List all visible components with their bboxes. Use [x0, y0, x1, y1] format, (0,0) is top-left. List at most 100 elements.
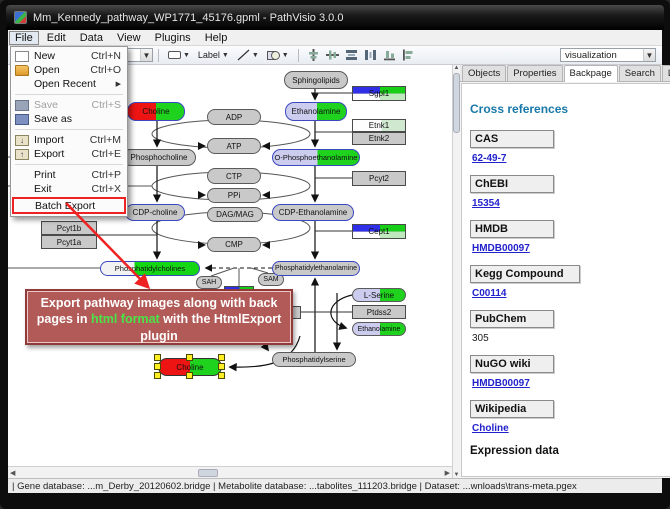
scroll-up-icon[interactable]: ▲: [454, 65, 460, 71]
menu-item-shortcut: Ctrl+O: [90, 64, 121, 76]
chevron-down-icon[interactable]: ▼: [252, 52, 259, 59]
file-menu-new[interactable]: New Ctrl+N: [11, 49, 127, 63]
pathway-node-etnk1[interactable]: Etnk1: [352, 119, 406, 132]
pathway-node-sgpl1[interactable]: Sgpl1: [352, 86, 406, 101]
crossref-link[interactable]: HMDB00097: [472, 243, 530, 254]
align-left-icon[interactable]: [402, 49, 415, 61]
pathway-node-o-phosphoethanolamine[interactable]: O-Phosphoethanolamine: [272, 149, 360, 166]
crossref-source: HMDB: [470, 220, 554, 238]
menu-file[interactable]: File: [9, 31, 39, 45]
pathway-node-cdp-choline[interactable]: CDP-choline: [125, 204, 185, 221]
chevron-down-icon[interactable]: ▼: [222, 52, 229, 59]
pathway-node-choline-top[interactable]: Choline: [127, 102, 185, 121]
menu-data[interactable]: Data: [74, 31, 109, 45]
pathway-node-atp[interactable]: ATP: [207, 138, 261, 154]
menu-view[interactable]: View: [111, 31, 147, 45]
selection-handle[interactable]: [186, 372, 193, 379]
label-tool[interactable]: Label ▼: [195, 48, 232, 63]
visualization-combobox[interactable]: visualization ▼: [560, 48, 656, 62]
pathway-node-ppi[interactable]: PPi: [207, 188, 261, 203]
pathway-node-etnk2[interactable]: Etnk2: [352, 132, 406, 145]
crossref-source: PubChem: [470, 310, 554, 328]
distribute-horizontal-icon[interactable]: [364, 49, 377, 61]
selection-handle[interactable]: [218, 354, 225, 361]
menu-item-label: New: [34, 50, 83, 62]
selection-handle[interactable]: [154, 363, 161, 370]
title-bar[interactable]: Mm_Kennedy_pathway_WP1771_45176.gpml - P…: [6, 5, 664, 30]
chevron-down-icon[interactable]: ▼: [140, 49, 152, 61]
chevron-down-icon[interactable]: ▼: [643, 49, 655, 61]
vertical-scrollbar[interactable]: ▲ ▼: [452, 65, 460, 478]
crossref-link[interactable]: Choline: [472, 423, 509, 434]
sidebar: Objects Properties Backpage Search Legen…: [460, 65, 670, 478]
align-center-horizontal-icon[interactable]: [326, 49, 339, 61]
selection-handle[interactable]: [218, 372, 225, 379]
shape-tool[interactable]: ▼: [264, 48, 292, 63]
pathway-node-pcyt1b[interactable]: Pcyt1b: [41, 221, 97, 235]
pathway-node-phosphatidylserine[interactable]: Phosphatidylserine: [272, 352, 356, 367]
pathway-node-adp[interactable]: ADP: [207, 109, 261, 125]
pathway-node-phosphatidylethanolamine[interactable]: Phosphatidylethanolamine: [272, 261, 360, 276]
menu-plugins[interactable]: Plugins: [149, 31, 197, 45]
selection-handle[interactable]: [186, 354, 193, 361]
file-menu-export[interactable]: ↑ Export Ctrl+E: [11, 147, 127, 161]
file-menu-open[interactable]: Open Ctrl+O: [11, 63, 127, 77]
node-label: DAG/MAG: [216, 210, 254, 219]
horizontal-scrollbar[interactable]: ◀ ▶: [8, 466, 452, 478]
crossref-link[interactable]: 15354: [472, 198, 500, 209]
pathway-node-sphingolipids[interactable]: Sphingolipids: [284, 71, 348, 89]
window-title: Mm_Kennedy_pathway_WP1771_45176.gpml - P…: [33, 12, 343, 24]
pathway-node-dag-mag[interactable]: DAG/MAG: [207, 207, 263, 222]
tab-backpage[interactable]: Backpage: [564, 65, 618, 82]
tab-legend[interactable]: Legend: [662, 65, 670, 81]
pathway-node-cept1[interactable]: Cept1: [352, 224, 406, 239]
line-tool[interactable]: ▼: [234, 48, 262, 63]
expression-data-heading: Expression data: [470, 445, 670, 457]
selection-handle[interactable]: [154, 372, 161, 379]
node-label: ADP: [226, 113, 242, 122]
pathway-node-ethanolamine-top[interactable]: Ethanolamine: [285, 102, 347, 121]
pathway-node-pcyt2[interactable]: Pcyt2: [352, 171, 406, 186]
scroll-left-icon[interactable]: ◀: [8, 469, 17, 477]
file-menu-save-as[interactable]: Save as: [11, 112, 127, 126]
pathway-node-pcyt1a[interactable]: Pcyt1a: [41, 235, 97, 249]
crossref-section-chebi: ChEBI 15354: [470, 175, 670, 211]
align-bottom-icon[interactable]: [383, 49, 396, 61]
file-menu-open-recent[interactable]: Open Recent ▶: [11, 77, 127, 91]
pathway-node-cdp-ethanolamine[interactable]: CDP-Ethanolamine: [272, 204, 354, 221]
selection-handle[interactable]: [154, 354, 161, 361]
crossref-source: Wikipedia: [470, 400, 554, 418]
file-menu-batch-export[interactable]: Batch Export: [12, 197, 126, 214]
gene-datanode-tool[interactable]: ▼: [165, 48, 193, 63]
node-label: O-Phosphoethanolamine: [275, 153, 358, 162]
pathway-node-l-serine[interactable]: L-Serine: [352, 288, 406, 302]
pathway-node-sah[interactable]: SAH: [196, 276, 222, 289]
selection-handle[interactable]: [218, 363, 225, 370]
tab-search[interactable]: Search: [619, 65, 661, 81]
chevron-down-icon[interactable]: ▼: [282, 52, 289, 59]
crossref-link[interactable]: HMDB00097: [472, 378, 530, 389]
file-menu-import[interactable]: ↓ Import Ctrl+M: [11, 133, 127, 147]
vertical-scroll-thumb[interactable]: [453, 73, 460, 133]
tab-objects[interactable]: Objects: [462, 65, 506, 81]
pathway-node-ctp[interactable]: CTP: [207, 168, 261, 184]
menu-edit[interactable]: Edit: [41, 31, 72, 45]
tab-properties[interactable]: Properties: [507, 65, 562, 81]
pathway-node-ethanolamine-bottom[interactable]: Ethanolamine: [352, 322, 406, 336]
pathway-node-phosphatidylcholines[interactable]: Phosphatidylcholines: [100, 261, 200, 276]
pathway-node-cmp[interactable]: CMP: [207, 237, 261, 252]
crossref-link[interactable]: 62-49-7: [472, 153, 506, 164]
distribute-vertical-icon[interactable]: [345, 49, 358, 61]
status-bar: | Gene database: ...m_Derby_20120602.bri…: [8, 478, 662, 493]
file-menu-print[interactable]: Print Ctrl+P: [11, 168, 127, 182]
pathway-node-ptdss2[interactable]: Ptdss2: [352, 305, 406, 319]
horizontal-scroll-thumb[interactable]: [198, 469, 218, 477]
chevron-down-icon[interactable]: ▼: [183, 52, 190, 59]
scroll-right-icon[interactable]: ▶: [443, 469, 452, 477]
menu-help[interactable]: Help: [199, 31, 234, 45]
pathway-node-phosphocholine[interactable]: Phosphocholine: [122, 149, 196, 166]
crossref-link[interactable]: C00114: [472, 288, 506, 299]
align-center-vertical-icon[interactable]: [307, 49, 320, 61]
file-menu-exit[interactable]: Exit Ctrl+X: [11, 182, 127, 196]
node-label: Sphingolipids: [292, 76, 340, 85]
